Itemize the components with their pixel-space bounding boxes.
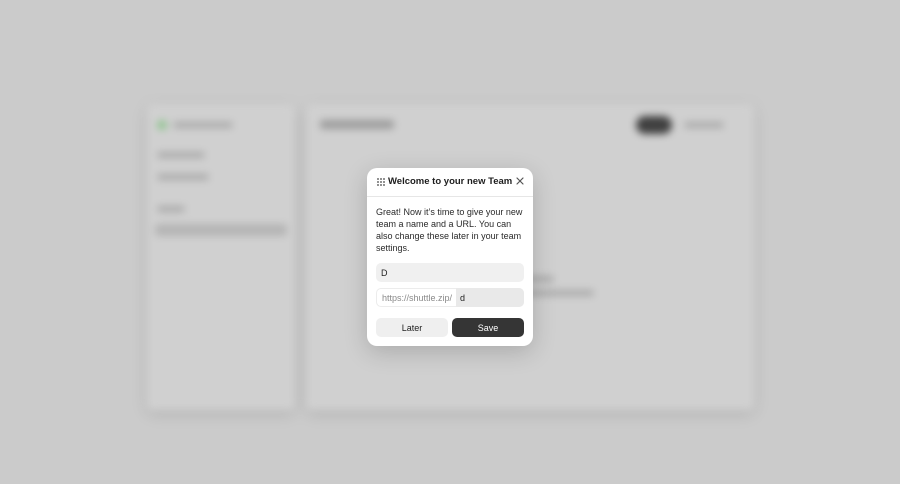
grid-dots-icon bbox=[377, 178, 385, 186]
save-button[interactable]: Save bbox=[452, 318, 524, 337]
background-title bbox=[320, 120, 394, 129]
modal-description: Great! Now it’s time to give your new te… bbox=[376, 207, 523, 253]
team-name-input[interactable] bbox=[376, 263, 524, 282]
background-line bbox=[157, 152, 205, 158]
background-line bbox=[684, 122, 724, 128]
later-button[interactable]: Later bbox=[376, 318, 448, 337]
background-line bbox=[173, 122, 233, 128]
modal-title: Welcome to your new Team bbox=[388, 176, 513, 187]
background-line bbox=[157, 174, 209, 180]
close-button[interactable] bbox=[514, 175, 526, 187]
close-icon bbox=[516, 177, 524, 185]
modal-header: Welcome to your new Team bbox=[367, 168, 533, 197]
team-url-input[interactable] bbox=[456, 288, 524, 307]
team-url-field: https://shuttle.zip/ bbox=[376, 288, 524, 307]
url-prefix: https://shuttle.zip/ bbox=[376, 288, 457, 307]
background-row bbox=[155, 224, 287, 236]
welcome-team-modal: Welcome to your new Team Great! Now it’s… bbox=[367, 168, 533, 346]
background-line bbox=[157, 206, 185, 212]
logo-icon bbox=[157, 120, 167, 130]
background-sidebar bbox=[147, 104, 295, 410]
background-line bbox=[524, 290, 594, 296]
background-button bbox=[636, 116, 672, 134]
